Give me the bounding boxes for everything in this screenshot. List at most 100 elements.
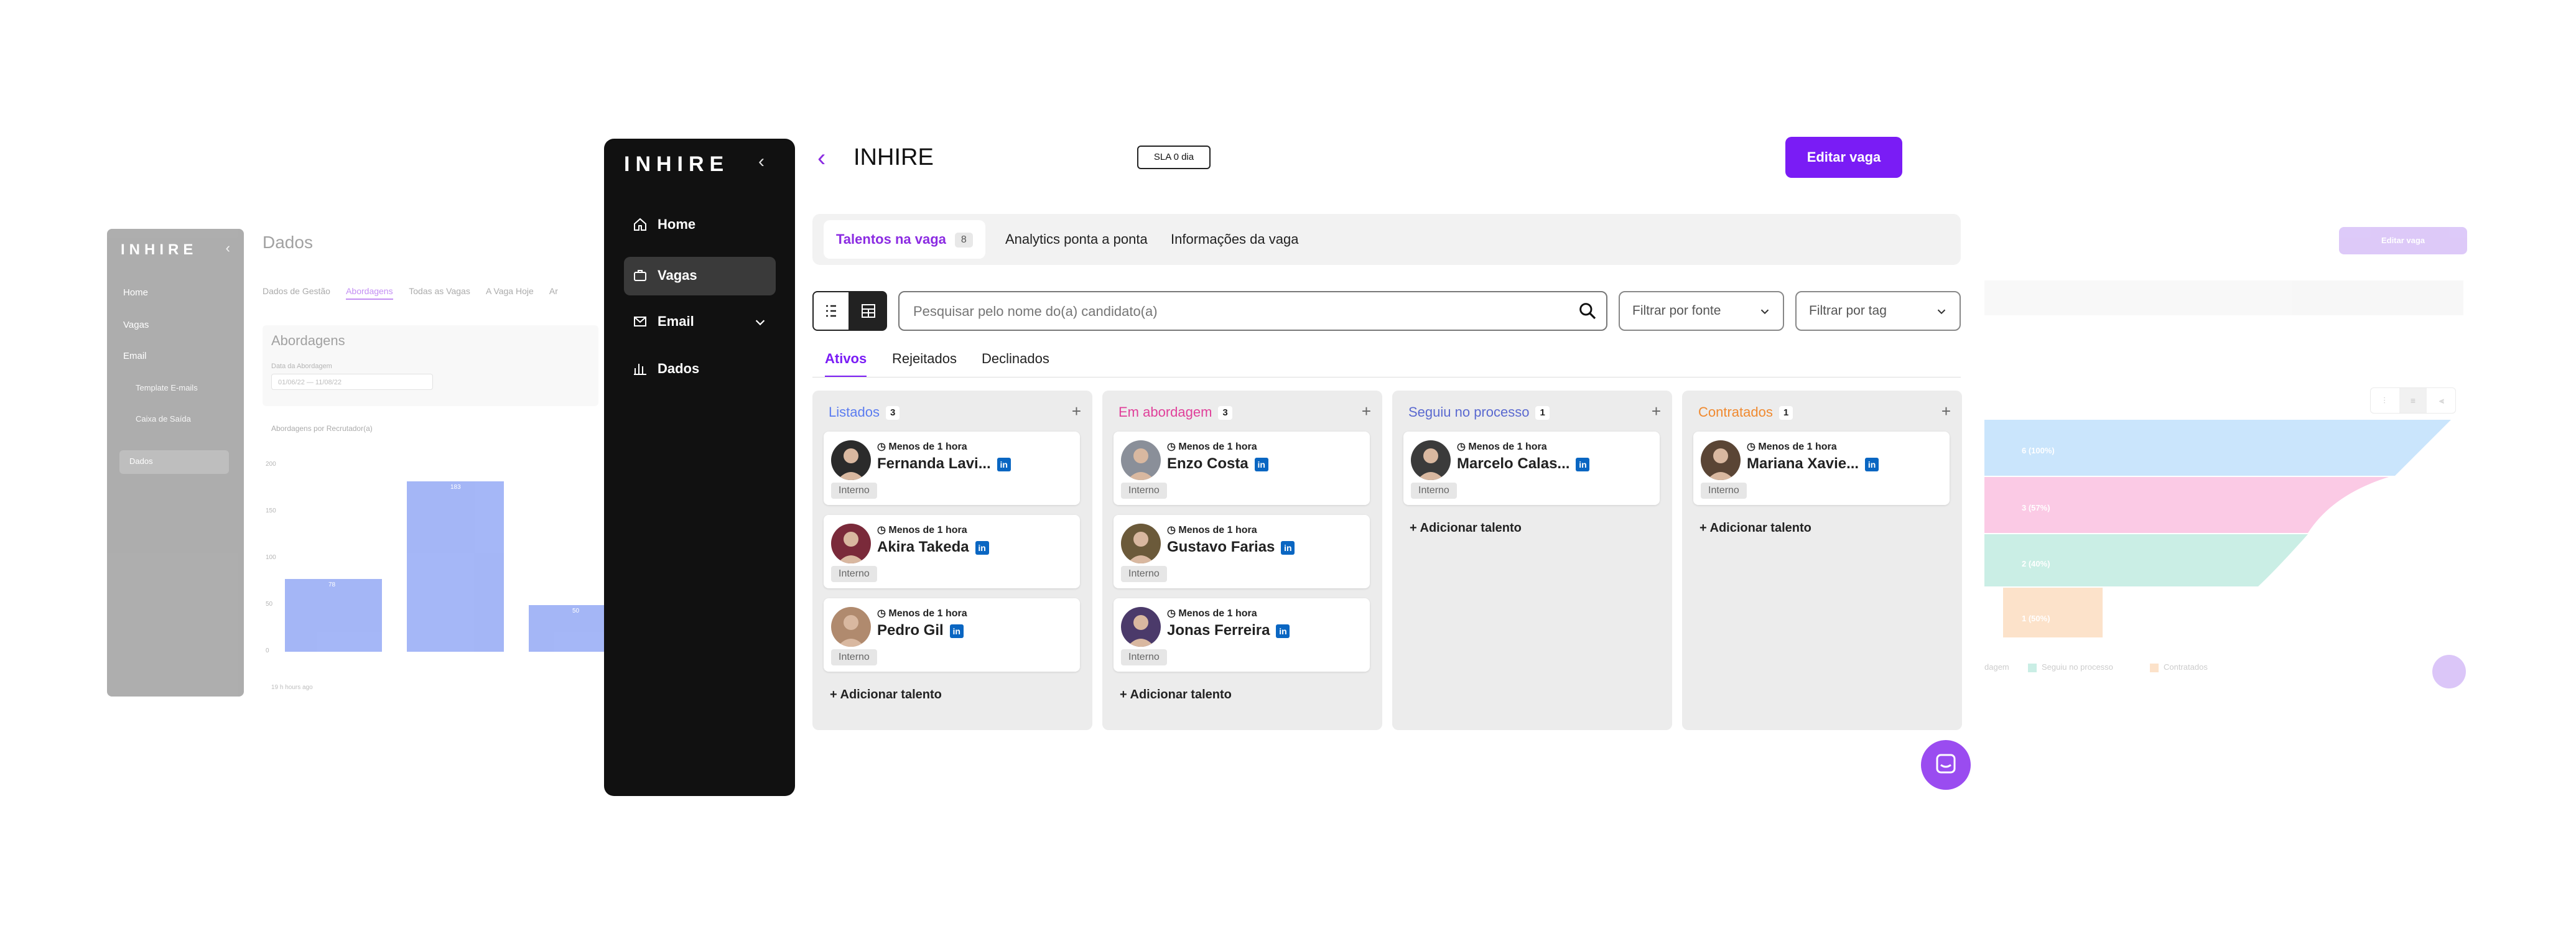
tab-informacoes[interactable]: Informações da vaga	[1171, 214, 1298, 265]
clock-icon: ◷	[1457, 442, 1469, 452]
add-talent-button[interactable]: + Adicionar talento	[1410, 521, 1522, 535]
sidebar-item-label: Email	[658, 313, 694, 329]
bg-legend-item: dagem	[1984, 662, 2009, 672]
background-screenshot-right: Editar vaga ⫶ ≡ ⫷ 6 (100%) 3 (57%) 2 (40…	[1984, 227, 2467, 700]
source-tag: Interno	[831, 566, 877, 582]
tab-talentos[interactable]: Talentos na vaga 8	[824, 220, 985, 259]
funnel-icon: ≡	[2399, 388, 2427, 413]
candidate-card[interactable]: ◷ Menos de 1 hora Fernanda Lavi... in Inter…	[824, 432, 1080, 505]
column-header: Em abordagem 3	[1118, 404, 1232, 420]
add-icon[interactable]: +	[1072, 402, 1081, 421]
time-label: ◷ Menos de 1 hora	[877, 524, 967, 536]
add-talent-button[interactable]: + Adicionar talento	[1700, 521, 1811, 535]
tab-ativos[interactable]: Ativos	[825, 351, 867, 377]
edit-job-button[interactable]: Editar vaga	[1785, 137, 1902, 178]
linkedin-icon[interactable]: in	[1254, 457, 1268, 471]
tab-rejeitados[interactable]: Rejeitados	[892, 351, 957, 376]
candidate-name: Pedro Gil	[877, 622, 944, 639]
filter-source-label: Filtrar por fonte	[1632, 303, 1721, 318]
linkedin-icon[interactable]: in	[1281, 540, 1295, 555]
column-title: Contratados	[1698, 404, 1773, 420]
linkedin-icon[interactable]: in	[1576, 457, 1590, 471]
add-talent-button[interactable]: + Adicionar talento	[830, 688, 942, 702]
add-icon[interactable]: +	[1362, 402, 1371, 421]
clock-icon: ◷	[1167, 608, 1179, 619]
clock-icon: ◷	[1167, 442, 1179, 452]
avatar	[1411, 440, 1451, 480]
source-tag: Interno	[1121, 483, 1167, 499]
candidate-card[interactable]: ◷ Menos de 1 hora Gustavo Farias in Interno	[1114, 515, 1370, 588]
add-talent-label: Adicionar talento	[840, 688, 942, 701]
funnel-label: 2 (40%)	[2022, 559, 2050, 568]
bg-nav-email: Email	[123, 351, 147, 361]
search-field[interactable]	[898, 291, 1607, 331]
avatar	[1121, 607, 1161, 647]
linkedin-icon[interactable]: in	[1865, 457, 1879, 471]
filter-tag-label: Filtrar por tag	[1809, 303, 1887, 318]
bg-legend-item: Contratados	[2150, 662, 2208, 672]
source-tag: Interno	[1121, 566, 1167, 582]
add-talent-label: Adicionar talento	[1420, 521, 1522, 535]
linkedin-icon[interactable]: in	[1276, 624, 1290, 638]
add-icon[interactable]: +	[1652, 402, 1661, 421]
collapse-sidebar-icon[interactable]: ‹	[758, 151, 765, 172]
kanban-view-toggle[interactable]	[850, 291, 887, 331]
clock-icon: ◷	[877, 442, 889, 452]
linkedin-icon[interactable]: in	[949, 624, 964, 638]
funnel-label: 6 (100%)	[2022, 446, 2055, 455]
tab-analytics[interactable]: Analytics ponta a ponta	[1005, 214, 1148, 265]
candidate-card[interactable]: ◷ Menos de 1 hora Jonas Ferreira in Interno	[1114, 598, 1370, 672]
time-label: ◷ Menos de 1 hora	[1457, 440, 1547, 453]
bg-chart-title: Abordagens por Recrutador(a)	[271, 424, 373, 433]
tab-label: Talentos na vaga	[836, 231, 946, 247]
column-count-badge: 3	[885, 406, 900, 420]
sidebar-item-dados[interactable]: Dados	[624, 350, 776, 389]
bar-chart-icon	[634, 364, 646, 375]
bar-chart-icon: ⫶	[2383, 396, 2386, 405]
search-input[interactable]	[912, 299, 1561, 325]
candidate-card[interactable]: ◷ Menos de 1 hora Pedro Gil in Interno	[824, 598, 1080, 672]
filter-source-select[interactable]: Filtrar por fonte	[1619, 291, 1784, 331]
bg-legend-item: Seguiu no processo	[2028, 662, 2113, 672]
bg-date-field: 01/06/22 — 11/08/22	[271, 374, 433, 390]
candidate-card[interactable]: ◷ Menos de 1 hora Enzo Costa in Interno	[1114, 432, 1370, 505]
clock-icon: ◷	[1747, 442, 1759, 452]
candidate-card[interactable]: ◷ Menos de 1 hora Marcelo Calas... in Inter…	[1403, 432, 1660, 505]
candidate-card[interactable]: ◷ Menos de 1 hora Akira Takeda in Interno	[824, 515, 1080, 588]
candidate-name: Jonas Ferreira	[1167, 622, 1270, 639]
job-tabs: Talentos na vaga 8 Analytics ponta a pont…	[812, 214, 1961, 265]
back-arrow-icon[interactable]: ‹	[817, 144, 825, 172]
add-talent-label: Adicionar talento	[1709, 521, 1811, 535]
time-text: Menos de 1 hora	[888, 608, 967, 619]
linkedin-icon[interactable]: in	[975, 540, 989, 555]
list-view-toggle[interactable]	[812, 291, 850, 331]
column-header: Seguiu no processo 1	[1408, 404, 1550, 420]
candidate-name-row: Enzo Costa in	[1167, 455, 1268, 473]
add-icon[interactable]: +	[1941, 402, 1951, 421]
sidebar-item-home[interactable]: Home	[624, 206, 776, 244]
add-talent-button[interactable]: + Adicionar talento	[1120, 688, 1232, 702]
funnel-label: 3 (57%)	[2022, 503, 2050, 512]
time-text: Menos de 1 hora	[888, 442, 967, 452]
time-label: ◷ Menos de 1 hora	[877, 440, 967, 453]
chat-icon	[1936, 754, 1956, 774]
search-icon[interactable]	[1578, 301, 1597, 321]
plus-icon: +	[830, 688, 840, 701]
filter-tag-select[interactable]: Filtrar por tag	[1795, 291, 1961, 331]
talent-count-badge: 8	[954, 233, 973, 248]
kanban-column: Listados 3 + ◷ Menos de 1 hora Fernanda Lavi…	[812, 391, 1092, 730]
add-talent-label: Adicionar talento	[1130, 688, 1232, 701]
bg-chart-bar	[285, 579, 382, 652]
candidate-name: Fernanda Lavi...	[877, 455, 991, 472]
time-text: Menos de 1 hora	[888, 525, 967, 535]
sidebar-item-email[interactable]: Email	[624, 303, 776, 341]
candidate-card[interactable]: ◷ Menos de 1 hora Mariana Xavie... in Inter…	[1693, 432, 1950, 505]
linkedin-icon[interactable]: in	[997, 457, 1011, 471]
chat-button[interactable]	[1921, 740, 1971, 790]
bg-page-title: Dados	[263, 233, 313, 252]
bg-card-title: Abordagens	[271, 333, 345, 348]
bg-ytick: 50	[266, 601, 273, 608]
sidebar-item-vagas[interactable]: Vagas	[624, 257, 776, 295]
avatar	[831, 607, 871, 647]
tab-declinados[interactable]: Declinados	[982, 351, 1049, 376]
